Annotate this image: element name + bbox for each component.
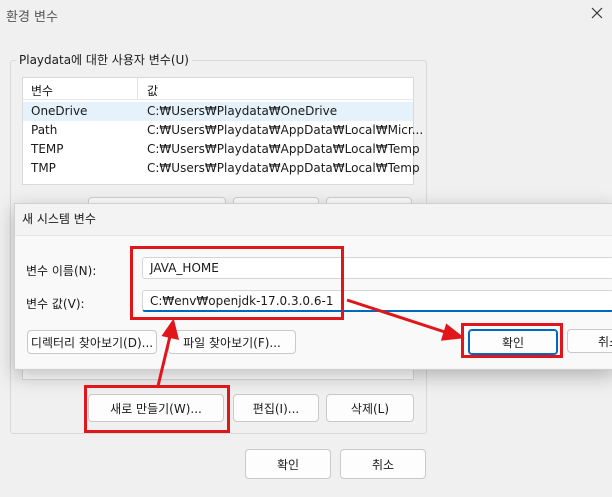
arrow-to-ok: [346, 298, 452, 336]
annotation-arrows: [156, 298, 465, 387]
arrow-head-ok: [440, 323, 465, 341]
arrow-to-fields: [156, 331, 173, 387]
arrow-head-fields: [161, 318, 180, 341]
